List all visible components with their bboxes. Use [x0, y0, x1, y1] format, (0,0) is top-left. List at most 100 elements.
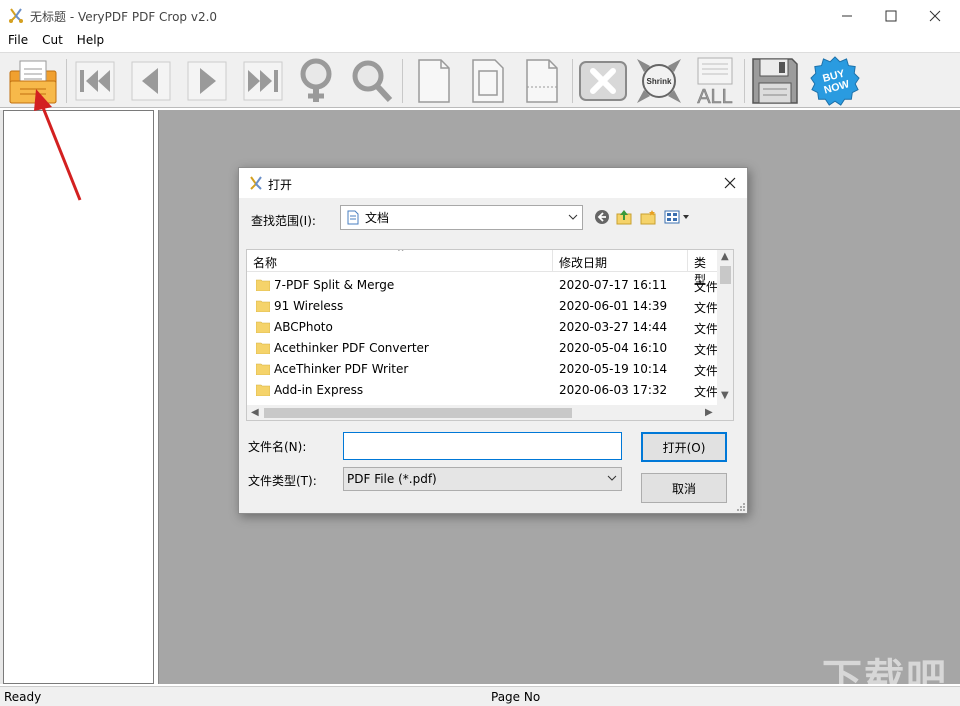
all-pages-icon: ALL [697, 57, 733, 106]
menu-cut[interactable]: Cut [34, 31, 69, 52]
floppy-disk-icon [752, 58, 798, 104]
page-icon [526, 59, 558, 103]
open-button[interactable]: 打开(O) [641, 432, 727, 462]
scrollbar-thumb[interactable] [720, 266, 731, 284]
new-folder-button[interactable] [639, 208, 657, 226]
file-row[interactable]: Add-in Express 2020-06-03 17:32 文件 [247, 380, 718, 401]
maximize-button[interactable] [868, 0, 914, 31]
file-date: 2020-06-03 17:32 [559, 383, 668, 397]
file-type: 文件 [694, 280, 719, 294]
column-divider[interactable] [687, 250, 688, 272]
close-button[interactable] [912, 0, 958, 31]
dialog-close-button[interactable] [719, 172, 741, 194]
file-date: 2020-05-04 16:10 [559, 341, 668, 355]
sort-up-icon: ^ [397, 249, 405, 258]
up-folder-button[interactable] [615, 208, 633, 226]
file-type-label: 文件类型(T): [248, 474, 317, 488]
file-row[interactable]: ABCPhoto 2020-03-27 14:44 文件 [247, 317, 719, 338]
file-name: Add-in Express [274, 383, 364, 397]
scroll-left-icon[interactable]: ◀ [251, 407, 259, 418]
back-button[interactable] [593, 208, 611, 226]
last-page-button[interactable] [238, 56, 288, 106]
back-arrow-icon [595, 210, 609, 224]
app-icon [9, 8, 23, 23]
resize-grip-icon[interactable] [736, 502, 746, 512]
next-page-button[interactable] [182, 56, 232, 106]
file-type-dropdown[interactable]: PDF File (*.pdf) [343, 467, 622, 491]
file-name-input[interactable] [343, 432, 622, 460]
title-bar: 无标题 - VeryPDF PDF Crop v2.0 [0, 0, 960, 31]
page-view-2-button[interactable] [462, 56, 512, 106]
toolbar-separator [572, 59, 573, 103]
column-divider[interactable] [552, 250, 553, 272]
file-type-value: PDF File (*.pdf) [347, 472, 437, 486]
folder-icon [256, 384, 270, 396]
zoom-out-button[interactable] [346, 56, 396, 106]
menu-file[interactable]: File [0, 31, 34, 52]
all-pages-button[interactable]: ALL [690, 56, 740, 106]
file-row[interactable]: 7-PDF Split & Merge 2020-07-17 16:11 文件 [247, 275, 719, 296]
chevron-down-icon [568, 214, 578, 220]
dialog-title-bar: 打开 [239, 168, 747, 198]
look-in-dropdown[interactable]: 文档 [340, 205, 583, 230]
vertical-scrollbar[interactable]: ▲ ▼ [717, 250, 733, 405]
cancel-button[interactable]: 取消 [641, 473, 727, 503]
file-date: 2020-06-01 14:39 [559, 299, 668, 313]
save-button[interactable] [750, 56, 800, 106]
file-name-label: 文件名(N): [248, 440, 307, 454]
file-type: 文件 [694, 343, 719, 357]
file-date: 2020-03-27 14:44 [559, 320, 668, 334]
shrink-button[interactable]: Shrink [634, 56, 684, 106]
all-label: ALL [697, 86, 733, 106]
page-view-1-button[interactable] [408, 56, 458, 106]
delete-button[interactable] [578, 56, 628, 106]
scroll-right-icon[interactable]: ▶ [705, 407, 713, 418]
shrink-label: Shrink [647, 77, 672, 86]
previous-page-button[interactable] [126, 56, 176, 106]
horizontal-scrollbar[interactable]: ◀ ▶ [247, 405, 733, 420]
file-row[interactable]: AceThinker PDF Writer 2020-05-19 10:14 文… [247, 359, 719, 380]
menu-bar: File Cut Help [0, 31, 960, 52]
file-type: 文件 [694, 364, 719, 378]
look-in-value: 文档 [365, 211, 390, 225]
next-page-icon [187, 61, 227, 101]
dialog-title: 打开 [268, 178, 293, 192]
column-date[interactable]: 修改日期 [559, 254, 607, 271]
window-title: 无标题 - VeryPDF PDF Crop v2.0 [30, 10, 218, 24]
file-row[interactable]: 91 Wireless 2020-06-01 14:39 文件 [247, 296, 719, 317]
page-icon [472, 59, 504, 103]
file-name: 7-PDF Split & Merge [274, 278, 395, 292]
scroll-down-icon[interactable]: ▼ [721, 390, 729, 401]
minimize-button[interactable] [824, 0, 870, 31]
previous-page-icon [131, 61, 171, 101]
zoom-in-button[interactable] [290, 56, 340, 106]
page-view-3-button[interactable] [516, 56, 566, 106]
app-icon [250, 176, 262, 190]
minimize-icon [842, 15, 852, 16]
menu-help[interactable]: Help [69, 31, 110, 52]
zoom-out-icon [352, 60, 393, 103]
toolbar-separator [402, 59, 403, 103]
toolbar: Shrink ALL BUY NOW [0, 52, 960, 108]
page-number-status: Page No [491, 690, 541, 704]
maximize-icon [885, 10, 897, 21]
file-row[interactable]: Acethinker PDF Converter 2020-05-04 16:1… [247, 338, 719, 359]
buy-now-badge-icon: BUY NOW [810, 56, 860, 106]
view-menu-button[interactable] [663, 208, 693, 226]
status-bar: Ready Page No [0, 686, 960, 706]
close-icon [724, 177, 736, 189]
zoom-in-icon [300, 58, 332, 102]
column-name[interactable]: 名称 [253, 254, 277, 271]
file-list[interactable]: ^ 名称 修改日期 类型 7-PDF Split & Merge 2020-07… [246, 249, 734, 421]
file-type: 文件 [694, 301, 719, 315]
scroll-up-icon[interactable]: ▲ [721, 251, 729, 262]
file-name: 91 Wireless [274, 299, 344, 313]
folder-icon [256, 279, 270, 291]
buy-now-button[interactable]: BUY NOW [810, 56, 860, 106]
scrollbar-thumb[interactable] [264, 408, 572, 418]
annotation-arrow [34, 89, 82, 201]
file-list-header: ^ 名称 修改日期 类型 [247, 249, 717, 287]
file-name: ABCPhoto [274, 320, 333, 334]
view-menu-icon [664, 210, 689, 224]
file-type: 文件 [694, 322, 719, 336]
